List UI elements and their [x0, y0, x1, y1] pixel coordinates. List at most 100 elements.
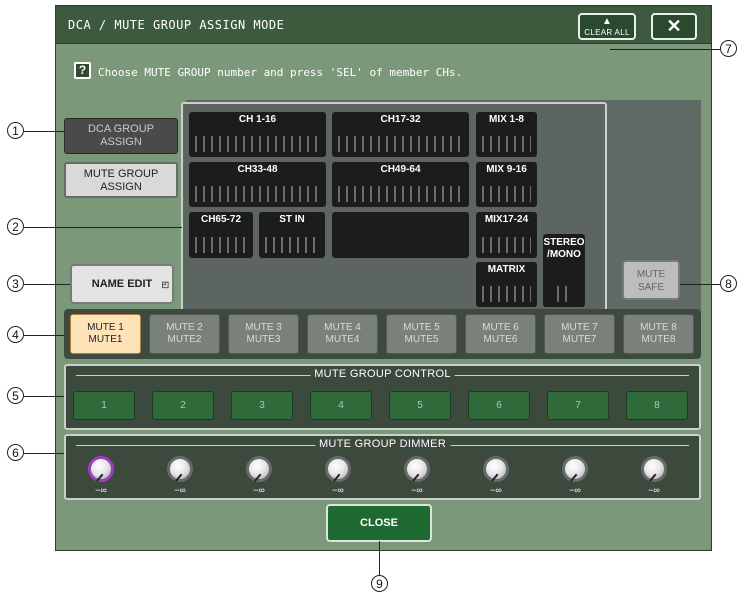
mute-group-number: MUTE 4: [324, 322, 361, 333]
mute-group-number: MUTE 3: [245, 322, 282, 333]
callout-line: [24, 284, 70, 285]
knob-pointer: [570, 473, 578, 482]
channel-group-label: CH49-64: [380, 164, 421, 175]
channel-group-label: STEREO /MONO: [543, 237, 585, 260]
channel-group-label: CH65-72: [200, 214, 242, 225]
channel-group-st-in[interactable]: ST IN: [259, 212, 325, 258]
dimmer-value: −∞: [490, 485, 502, 495]
close-button[interactable]: CLOSE: [326, 504, 432, 542]
knob-pointer: [96, 473, 104, 482]
mute-control-button-5[interactable]: 5: [389, 391, 451, 420]
name-edit-label: NAME EDIT: [91, 278, 153, 290]
fader-strip: [195, 237, 247, 253]
channel-group-matrix[interactable]: MATRIX: [476, 262, 537, 307]
callout-line: [379, 541, 380, 575]
dimmer-value: −∞: [411, 485, 423, 495]
dca-group-assign-button[interactable]: DCA GROUP ASSIGN: [64, 118, 178, 154]
dimmer-knob-2[interactable]: [167, 456, 193, 482]
mute-control-button-7[interactable]: 7: [547, 391, 609, 420]
title-bar: DCA / MUTE GROUP ASSIGN MODE ▲ CLEAR ALL…: [56, 6, 711, 44]
dimmer-knob-3[interactable]: [246, 456, 272, 482]
channel-group-ch17-32[interactable]: CH17-32: [332, 112, 469, 157]
channel-group-empty: [332, 212, 469, 258]
channel-group-ch65-72[interactable]: CH65-72: [189, 212, 253, 258]
mute-control-button-4[interactable]: 4: [310, 391, 372, 420]
dimmer-knob-1[interactable]: [88, 456, 114, 482]
mute-group-button-6[interactable]: MUTE 6 MUTE6: [465, 314, 536, 354]
dimmer-knob-7[interactable]: [562, 456, 588, 482]
mute-group-button-5[interactable]: MUTE 5 MUTE5: [386, 314, 457, 354]
knob-pointer: [649, 473, 657, 482]
channel-group-stereo-mono[interactable]: STEREO /MONO: [543, 234, 585, 307]
dimmer-knob-5[interactable]: [404, 456, 430, 482]
dca-group-assign-label: DCA GROUP ASSIGN: [87, 123, 154, 148]
dimmer-value: −∞: [648, 485, 660, 495]
section-title: MUTE GROUP CONTROL: [310, 368, 455, 380]
mute-group-assign-button[interactable]: MUTE GROUP ASSIGN: [64, 162, 178, 198]
mute-group-name: MUTE8: [641, 334, 676, 345]
callout-2: 2: [7, 218, 24, 235]
fader-strip: [338, 186, 463, 202]
knob-pointer: [412, 473, 420, 482]
dimmer-knob-6[interactable]: [483, 456, 509, 482]
channel-group-label: MIX 9-16: [486, 164, 527, 175]
channel-group-ch1-16[interactable]: CH 1-16: [189, 112, 326, 157]
fader-strip: [557, 286, 571, 302]
callout-4: 4: [7, 326, 24, 343]
mute-group-control-section: MUTE GROUP CONTROL 1 2 3 4 5 6 7 8: [64, 364, 701, 430]
channel-select-panel: CH 1-16 CH17-32 MIX 1-8 CH33-48 CH49-64 …: [181, 102, 607, 312]
mute-group-number: MUTE 6: [482, 322, 519, 333]
clear-all-label: CLEAR ALL: [584, 28, 630, 37]
channel-group-ch49-64[interactable]: CH49-64: [332, 162, 469, 207]
channel-group-label: MIX17-24: [484, 214, 529, 225]
mute-group-button-3[interactable]: MUTE 3 MUTE3: [228, 314, 299, 354]
fader-strip: [482, 286, 531, 302]
mute-group-dimmer-section: MUTE GROUP DIMMER −∞ −∞ −∞ −∞ −∞ −∞ −∞ −…: [64, 434, 701, 500]
knob-pointer: [254, 473, 262, 482]
dimmer-knob-8[interactable]: [641, 456, 667, 482]
dimmer-value: −∞: [174, 485, 186, 495]
channel-group-ch33-48[interactable]: CH33-48: [189, 162, 326, 207]
dimmer-knob-4[interactable]: [325, 456, 351, 482]
channel-group-mix17-24[interactable]: MIX17-24: [476, 212, 537, 258]
clear-all-button[interactable]: ▲ CLEAR ALL: [578, 13, 636, 40]
mute-group-name: MUTE6: [483, 334, 518, 345]
callout-line: [610, 49, 720, 50]
mute-group-name: MUTE2: [167, 334, 202, 345]
mute-group-select-row: MUTE 1 MUTE1 MUTE 2 MUTE2 MUTE 3 MUTE3 MUTE…: [64, 309, 701, 359]
fader-strip: [482, 237, 531, 253]
callout-line: [24, 131, 64, 132]
close-window-button[interactable]: ✕: [651, 13, 697, 40]
mute-control-button-3[interactable]: 3: [231, 391, 293, 420]
mute-group-button-1[interactable]: MUTE 1 MUTE1: [70, 314, 141, 354]
mute-control-button-1[interactable]: 1: [73, 391, 135, 420]
channel-group-label: ST IN: [279, 214, 305, 225]
mute-control-button-6[interactable]: 6: [468, 391, 530, 420]
channel-group-mix9-16[interactable]: MIX 9-16: [476, 162, 537, 207]
clear-upload-icon: ▲: [602, 16, 612, 27]
mute-group-button-4[interactable]: MUTE 4 MUTE4: [307, 314, 378, 354]
mute-group-button-7[interactable]: MUTE 7 MUTE7: [544, 314, 615, 354]
channel-group-mix1-8[interactable]: MIX 1-8: [476, 112, 537, 157]
mute-group-button-8[interactable]: MUTE 8 MUTE8: [623, 314, 694, 354]
mute-safe-label: MUTE SAFE: [636, 269, 666, 293]
mute-group-name: MUTE4: [325, 334, 360, 345]
mute-group-number: MUTE 8: [640, 322, 677, 333]
mute-group-name: MUTE1: [88, 334, 123, 345]
callout-line: [680, 284, 720, 285]
mute-group-name: MUTE5: [404, 334, 439, 345]
channel-group-label: MATRIX: [487, 264, 526, 275]
channel-group-label: CH17-32: [380, 114, 421, 125]
channel-group-label: MIX 1-8: [488, 114, 524, 125]
mute-control-button-2[interactable]: 2: [152, 391, 214, 420]
callout-line: [24, 453, 64, 454]
help-icon: ?: [74, 62, 91, 79]
mute-control-button-8[interactable]: 8: [626, 391, 688, 420]
callout-line: [24, 227, 182, 228]
window-title: DCA / MUTE GROUP ASSIGN MODE: [68, 18, 285, 32]
mute-safe-button[interactable]: MUTE SAFE: [622, 260, 680, 300]
mute-group-button-2[interactable]: MUTE 2 MUTE2: [149, 314, 220, 354]
fader-strip: [195, 186, 320, 202]
fader-strip: [195, 136, 320, 152]
name-edit-button[interactable]: NAME EDIT ◰: [70, 264, 174, 304]
